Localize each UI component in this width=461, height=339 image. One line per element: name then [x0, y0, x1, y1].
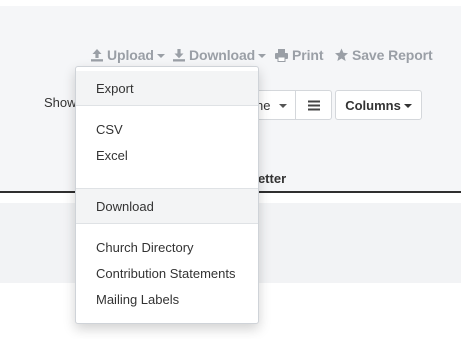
- save-report-button[interactable]: Save Report: [334, 46, 433, 64]
- menu-item-csv[interactable]: CSV: [96, 122, 123, 137]
- dropdown-header-export: Export: [76, 71, 258, 105]
- dropdown-header-download: Download: [76, 189, 258, 223]
- top-bar: [0, 0, 461, 6]
- download-button[interactable]: Download: [172, 46, 267, 64]
- menu-item-church-directory[interactable]: Church Directory: [96, 240, 194, 255]
- list-view-button[interactable]: [295, 90, 332, 120]
- columns-button[interactable]: Columns: [335, 90, 422, 120]
- menu-item-excel[interactable]: Excel: [96, 148, 128, 163]
- chevron-down-icon: [403, 104, 412, 108]
- columns-label: Columns: [345, 97, 401, 113]
- show-entries-label: Show: [44, 95, 77, 110]
- print-button[interactable]: Print: [274, 46, 323, 64]
- dropdown-divider: [76, 105, 258, 106]
- dropdown-divider: [76, 223, 258, 224]
- chevron-down-icon: [156, 54, 165, 58]
- chevron-down-icon: [279, 104, 287, 108]
- upload-button[interactable]: Upload: [90, 46, 165, 64]
- menu-item-contribution-statements[interactable]: Contribution Statements: [96, 266, 235, 281]
- download-icon: [173, 49, 185, 62]
- download-label: Download: [189, 47, 256, 63]
- upload-label: Upload: [107, 47, 154, 63]
- save-report-label: Save Report: [352, 47, 433, 63]
- star-icon: [335, 48, 348, 61]
- upload-icon: [91, 49, 103, 62]
- menu-item-mailing-labels[interactable]: Mailing Labels: [96, 292, 179, 307]
- print-label: Print: [292, 47, 324, 63]
- chevron-down-icon: [258, 54, 267, 58]
- download-dropdown-menu: Export CSV Excel Download Church Directo…: [75, 66, 259, 324]
- print-icon: [275, 49, 288, 62]
- hamburger-icon: [307, 100, 320, 110]
